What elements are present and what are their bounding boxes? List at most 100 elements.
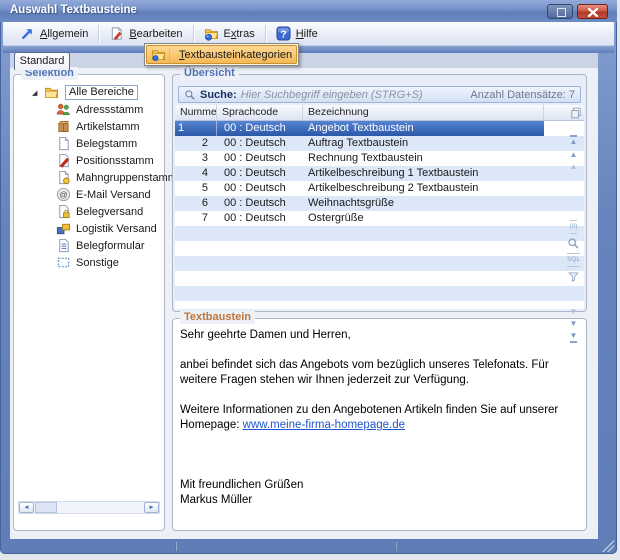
tree-item-label: Mahngruppenstamm (76, 172, 177, 184)
cell-sprachcode: 00 : Deutsch (217, 151, 303, 166)
selektion-groupbox: Selektion ◢ Alle Bereiche Adressstamm (13, 74, 165, 531)
extras-dropdown-menu: Textbausteinkategorien (144, 43, 299, 66)
search-placeholder: Hier Suchbegriff eingeben (STRG+S) (241, 89, 467, 101)
cell-sprachcode: 00 : Deutsch (217, 166, 303, 181)
close-button[interactable] (577, 4, 608, 19)
tree-item-alle-bereiche[interactable]: ◢ Alle Bereiche (14, 84, 162, 101)
record-count: Anzahl Datensätze: 7 (470, 89, 575, 101)
svg-text:@: @ (59, 189, 68, 199)
menu-hilfe[interactable]: ? Hilfe (267, 23, 327, 45)
tree-item-email-versand[interactable]: @ E-Mail Versand (14, 186, 162, 203)
menubar: Allgemein Bearbeiten Extras (3, 22, 614, 46)
menu-bearbeiten[interactable]: Bearbeiten (100, 23, 191, 45)
menu-item-label: Textbausteinkategorien (179, 49, 292, 61)
tree-item-mahngruppenstamm[interactable]: Mahngruppenstamm (14, 169, 162, 186)
uebersicht-groupbox: Übersicht Suche: Hier Suchbegriff eingeb… (172, 74, 587, 312)
scroll-left-button[interactable]: ◄ (19, 502, 34, 513)
at-sign-icon: @ (56, 187, 71, 202)
move-up-icon[interactable]: ▲ (570, 150, 578, 160)
scrollbar-thumb[interactable] (35, 502, 57, 513)
column-header-bezeichnung[interactable]: Bezeichnung (303, 105, 544, 120)
grid-row[interactable]: 3 00 : Deutsch Rechnung Textbaustein (175, 151, 584, 166)
tab-label: Standard (20, 55, 65, 67)
next-page-icon[interactable]: ▼ (570, 307, 578, 317)
grid-row[interactable]: 6 00 : Deutsch Weihnachtsgrüße (175, 196, 584, 211)
column-header-sprachcode[interactable]: Sprachcode (217, 105, 303, 120)
cell-sprachcode: 00 : Deutsch (217, 121, 303, 136)
cell-nummer: 6 (175, 196, 217, 211)
search-label: Suche: (200, 89, 237, 101)
tree-item-belegstamm[interactable]: Belegstamm (14, 135, 162, 152)
goto-last-row-icon[interactable]: ▼ (570, 331, 578, 343)
filter-funnel-icon[interactable] (567, 270, 580, 283)
tab-page: Selektion ◢ Alle Bereiche Adressstamm (10, 68, 598, 539)
goto-first-row-icon[interactable]: ▲ (570, 135, 578, 147)
cell-sprachcode: 00 : Deutsch (217, 181, 303, 196)
folder-category-icon (147, 47, 170, 62)
tree-horizontal-scrollbar[interactable]: ◄ ► (18, 501, 160, 514)
column-header-nummer[interactable]: Nummer (175, 105, 217, 120)
grid-row[interactable]: 5 00 : Deutsch Artikelbeschreibung 2 Tex… (175, 181, 584, 196)
tree-item-label: Artikelstamm (76, 121, 140, 133)
signature-line: Markus Müller (180, 493, 578, 508)
tree-item-belegversand[interactable]: Belegversand (14, 203, 162, 220)
toolbar-separator (193, 25, 194, 43)
scroll-right-button[interactable]: ► (144, 502, 159, 513)
textbaustein-content[interactable]: Sehr geehrte Damen und Herren, anbei bef… (180, 328, 578, 524)
tree-expander-icon[interactable]: ◢ (32, 89, 42, 97)
edit-page-icon (109, 26, 124, 41)
band-view-icon[interactable]: (II) (570, 220, 578, 234)
cell-sprachcode: 00 : Deutsch (217, 196, 303, 211)
tree-item-label: Sonstige (76, 257, 119, 269)
cell-bezeichnung: Weihnachtsgrüße (303, 196, 544, 211)
tree-item-label: E-Mail Versand (76, 189, 151, 201)
cell-sprachcode: 00 : Deutsch (217, 211, 303, 226)
sql-filter-icon[interactable]: SQL (567, 253, 580, 267)
tree-item-sonstige[interactable]: Sonstige (14, 254, 162, 271)
search-input[interactable]: Suche: Hier Suchbegriff eingeben (STRG+S… (178, 86, 581, 103)
homepage-link[interactable]: www.meine-firma-homepage.de (243, 419, 405, 431)
app-window: Auswahl Textbausteine Allgemein Bea (0, 0, 617, 554)
menu-allgemein[interactable]: Allgemein (11, 23, 97, 45)
tree-item-label: Logistik Versand (76, 223, 157, 235)
statusbar-divider (175, 542, 176, 551)
cell-nummer: 5 (175, 181, 217, 196)
tab-standard[interactable]: Standard (14, 52, 70, 70)
tree-item-label: Belegversand (76, 206, 143, 218)
tree-item-artikelstamm[interactable]: Artikelstamm (14, 118, 162, 135)
grid-row[interactable]: 4 00 : Deutsch Artikelbeschreibung 1 Tex… (175, 166, 584, 181)
close-icon (588, 8, 598, 17)
cell-bezeichnung: Auftrag Textbaustein (303, 136, 544, 151)
menu-label: Allgemein (40, 28, 88, 40)
cell-nummer: 1 (175, 121, 217, 136)
resize-grip-icon[interactable] (602, 540, 614, 552)
find-icon[interactable] (567, 237, 580, 250)
grid-row[interactable]: 7 00 : Deutsch Ostergrüße (175, 211, 584, 226)
cell-nummer: 7 (175, 211, 217, 226)
statusbar-divider (395, 542, 396, 551)
grid-empty-row (175, 271, 584, 286)
menu-item-textbausteinkategorien[interactable]: Textbausteinkategorien (146, 45, 297, 64)
menu-label: Hilfe (296, 28, 318, 40)
body-paragraph: anbei befindet sich das Angebots vom bez… (180, 358, 578, 388)
previous-page-icon[interactable]: ▲ (570, 162, 578, 172)
tree-item-positionsstamm[interactable]: Positionsstamm (14, 152, 162, 169)
grid-empty-row (175, 241, 584, 256)
tree-item-belegformular[interactable]: Belegformular (14, 237, 162, 254)
maximize-button[interactable] (547, 4, 573, 19)
cell-sprachcode: 00 : Deutsch (217, 136, 303, 151)
bereich-tree: ◢ Alle Bereiche Adressstamm A (14, 84, 162, 271)
tree-item-label: Alle Bereiche (65, 85, 138, 100)
tree-item-adressstamm[interactable]: Adressstamm (14, 101, 162, 118)
grid-side-toolbar: ▲ ▲ ▲ (II) SQL ▼ ▼ ▼ (564, 102, 583, 343)
move-down-icon[interactable]: ▼ (570, 319, 578, 329)
grid-row[interactable]: 1 00 : Deutsch Angebot Textbaustein (175, 121, 584, 136)
open-folder-icon (44, 85, 59, 100)
grid-row[interactable]: 2 00 : Deutsch Auftrag Textbaustein (175, 136, 584, 151)
titlebar: Auswahl Textbausteine (0, 0, 617, 22)
svg-text:?: ? (280, 29, 286, 40)
tree-item-logistik-versand[interactable]: Logistik Versand (14, 220, 162, 237)
menu-extras[interactable]: Extras (195, 23, 264, 45)
grid-empty-row (175, 226, 584, 241)
cell-bezeichnung: Artikelbeschreibung 1 Textbaustein (303, 166, 544, 181)
